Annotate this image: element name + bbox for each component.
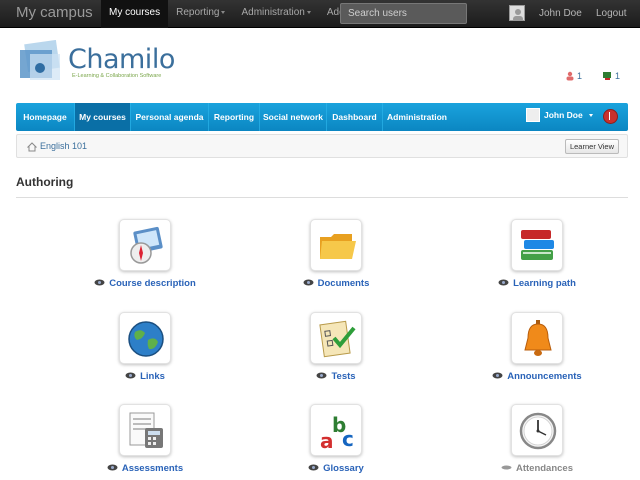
breadcrumb-course-link[interactable]: English 101 <box>40 141 87 151</box>
svg-text:c: c <box>342 427 354 451</box>
campus-brand[interactable]: My campus <box>16 4 93 21</box>
tool-label[interactable]: Course description <box>65 278 225 289</box>
tool-documents-label: Documents <box>317 278 370 289</box>
tool-tests-label: Tests <box>331 371 356 382</box>
chat-notification[interactable]: 1 <box>602 71 620 81</box>
visibility-eye-icon[interactable] <box>107 464 118 471</box>
chat-notification-count: 1 <box>615 71 621 81</box>
users-notification-count: 1 <box>577 71 583 81</box>
tool-links-label: Links <box>140 371 165 382</box>
tool-announcements-label: Announcements <box>507 371 582 382</box>
top-nav-my-courses-label: My courses <box>109 7 161 18</box>
tool-label[interactable]: Announcements <box>457 371 617 382</box>
menu-homepage[interactable]: Homepage <box>16 103 74 131</box>
tool-label[interactable]: Learning path <box>457 278 617 289</box>
tool-assessments-label: Assessments <box>121 463 184 474</box>
bell-icon[interactable] <box>511 312 563 364</box>
top-nav: My courses Reporting Administration Add <box>101 0 359 28</box>
tool-label[interactable]: Tests <box>256 371 416 382</box>
top-nav-reporting-label: Reporting <box>176 7 220 18</box>
tool-attendances-label: Attendances <box>515 463 573 474</box>
top-navbar: My campus My courses Reporting Administr… <box>0 0 640 28</box>
menu-my-courses[interactable]: My courses <box>75 103 130 131</box>
logout-link[interactable]: Logout <box>596 8 627 19</box>
logo-text: Chamilo <box>68 44 175 75</box>
abc-icon[interactable]: abc <box>310 404 362 456</box>
logout-power-icon[interactable] <box>603 109 618 124</box>
tool-learning-path-label: Learning path <box>513 278 576 289</box>
tool-label[interactable]: Links <box>65 371 225 382</box>
home-icon[interactable] <box>27 142 37 152</box>
menu-user-name: John Doe <box>544 110 583 120</box>
chevron-down-icon <box>306 10 311 14</box>
clock-icon[interactable] <box>511 404 563 456</box>
chevron-down-icon <box>221 10 226 14</box>
chevron-down-icon <box>588 113 593 117</box>
visibility-eye-icon[interactable] <box>94 279 105 286</box>
tool-label[interactable]: Attendances <box>457 463 617 474</box>
tool-label[interactable]: Glossary <box>256 463 416 474</box>
main-menu: Homepage My courses Personal agenda Repo… <box>16 103 628 131</box>
section-title: Authoring <box>16 175 74 189</box>
visibility-eye-icon[interactable] <box>303 279 314 286</box>
chat-icon <box>603 72 611 80</box>
avatar[interactable] <box>509 5 525 21</box>
menu-administration[interactable]: Administration <box>383 103 451 131</box>
quiz-icon[interactable] <box>310 312 362 364</box>
tool-label[interactable]: Documents <box>256 278 416 289</box>
breadcrumb: English 101 Learner View <box>16 134 628 158</box>
visibility-eye-icon[interactable] <box>492 372 503 379</box>
top-nav-administration[interactable]: Administration <box>233 0 318 28</box>
calculator-icon[interactable] <box>119 404 171 456</box>
books-icon[interactable] <box>511 219 563 271</box>
search-users-input[interactable] <box>340 3 467 24</box>
top-nav-reporting[interactable]: Reporting <box>168 0 233 28</box>
visibility-eye-icon[interactable] <box>498 279 509 286</box>
visibility-eye-icon[interactable] <box>125 372 136 379</box>
visibility-eye-icon[interactable] <box>316 372 327 379</box>
learner-view-button[interactable]: Learner View <box>565 139 619 154</box>
top-nav-my-courses[interactable]: My courses <box>101 0 169 28</box>
top-user-name[interactable]: John Doe <box>539 8 582 19</box>
folder-icon[interactable] <box>310 219 362 271</box>
menu-social-network[interactable]: Social network <box>260 103 326 131</box>
users-icon <box>566 71 574 81</box>
avatar <box>526 108 540 122</box>
users-notification[interactable]: 1 <box>565 71 582 81</box>
tool-course-description-label: Course description <box>109 278 196 289</box>
visibility-eye-icon[interactable] <box>308 464 319 471</box>
tool-glossary-label: Glossary <box>323 463 364 474</box>
menu-reporting[interactable]: Reporting <box>209 103 259 131</box>
top-nav-administration-label: Administration <box>241 7 305 18</box>
section-divider <box>16 197 628 198</box>
logo-tagline: E-Learning & Collaboration Software <box>72 73 162 79</box>
globe-icon[interactable] <box>119 312 171 364</box>
visibility-eye-closed-icon[interactable] <box>501 464 512 471</box>
menu-dashboard[interactable]: Dashboard <box>327 103 382 131</box>
menu-personal-agenda[interactable]: Personal agenda <box>131 103 208 131</box>
tool-label[interactable]: Assessments <box>65 463 225 474</box>
course-description-icon[interactable] <box>119 219 171 271</box>
menu-user-dropdown[interactable]: John Doe <box>526 108 593 122</box>
